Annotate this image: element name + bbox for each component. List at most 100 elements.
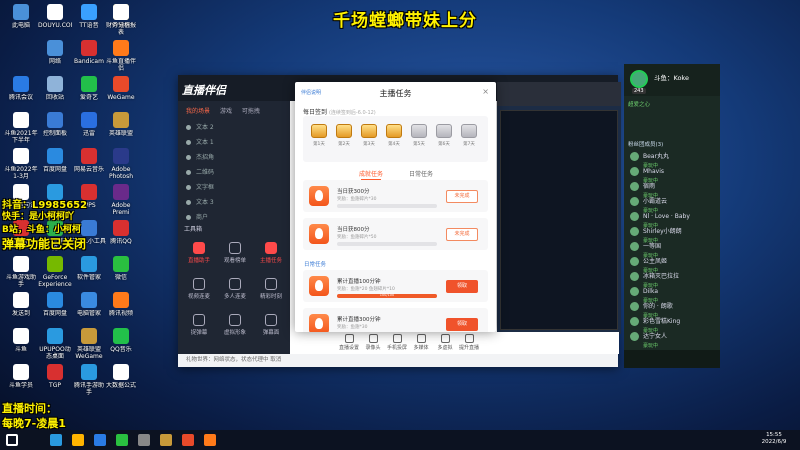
desktop-icon[interactable]: 斗鱼学员 bbox=[4, 364, 38, 396]
desktop-icon[interactable]: 电脑管家 bbox=[72, 292, 106, 324]
desktop-icon[interactable]: TGP bbox=[38, 364, 72, 396]
desktop-icon[interactable]: Bandicam bbox=[72, 40, 106, 72]
scene-item[interactable]: 二维码 bbox=[182, 167, 282, 179]
taskbar-app-icon[interactable] bbox=[72, 434, 84, 446]
chat-user[interactable]: 达宁女人 豪玩中 bbox=[630, 330, 720, 349]
desktop-icon[interactable]: 财务分析报表 bbox=[104, 4, 138, 36]
desktop-icon[interactable]: 网络 bbox=[38, 40, 72, 72]
tab-daily[interactable]: 日常任务 bbox=[409, 169, 433, 178]
desktop-icon[interactable]: 斗鱼2022年1-3月 bbox=[4, 148, 38, 180]
desktop-icon[interactable]: 百度网盘 bbox=[38, 148, 72, 180]
signin-chest[interactable]: 第4天 bbox=[384, 124, 404, 147]
desktop-icon[interactable]: 腾讯QQ bbox=[104, 220, 138, 252]
desktop-icon[interactable]: GeForce Experience bbox=[38, 256, 72, 288]
scene-item[interactable]: 文本 3 bbox=[182, 197, 282, 209]
desktop-icon[interactable]: 爱奇艺 bbox=[72, 76, 106, 108]
close-icon[interactable]: × bbox=[482, 87, 489, 96]
signin-chest[interactable]: 第7天 bbox=[459, 124, 479, 147]
chat-user[interactable]: Nl · Love · Baby 豪玩中 bbox=[630, 210, 720, 229]
taskbar-app-icon[interactable] bbox=[50, 434, 62, 446]
desktop-icon[interactable]: TT语音 bbox=[72, 4, 106, 36]
eye-icon[interactable] bbox=[186, 215, 191, 220]
scene-item[interactable]: 文字框 bbox=[182, 182, 282, 194]
desktop-icon[interactable]: Adobe Premi bbox=[104, 184, 138, 216]
task-action-button[interactable]: 未完成 bbox=[446, 228, 478, 241]
desktop-icon[interactable]: DOUYU.COM bbox=[38, 4, 72, 36]
chat-user[interactable]: 一等国 豪玩中 bbox=[630, 240, 720, 259]
desktop-icon[interactable]: 斗鱼直播伴侣 bbox=[104, 40, 138, 72]
tool-button[interactable]: 精彩时刻 bbox=[254, 278, 288, 300]
chat-user[interactable]: 公主凤姬 豪玩中 bbox=[630, 255, 720, 274]
desktop-icon[interactable]: QQ音乐 bbox=[104, 328, 138, 360]
signin-chest[interactable]: 第1天 bbox=[309, 124, 329, 147]
desktop-icon[interactable]: 此电脑 bbox=[4, 4, 38, 36]
chat-input-bar[interactable] bbox=[624, 350, 720, 368]
taskbar-app-icon[interactable] bbox=[116, 434, 128, 446]
scene-item[interactable]: 商户 bbox=[182, 212, 282, 224]
bottom-tool-button[interactable]: 多媒体 bbox=[410, 334, 432, 351]
desktop-icon[interactable]: Adobe Photosh bbox=[104, 148, 138, 180]
taskbar-app-icon[interactable] bbox=[182, 434, 194, 446]
signin-chest[interactable]: 第6天 bbox=[434, 124, 454, 147]
taskbar-app-icon[interactable] bbox=[160, 434, 172, 446]
taskbar-app-icon[interactable] bbox=[94, 434, 106, 446]
desktop-icon[interactable]: 网易云音乐 bbox=[72, 148, 106, 180]
tab-game[interactable]: 游戏 bbox=[220, 108, 232, 115]
bottom-tool-button[interactable]: 多虚拟 bbox=[434, 334, 456, 351]
desktop-icon[interactable]: 控制面板 bbox=[38, 112, 72, 144]
eye-icon[interactable] bbox=[186, 170, 191, 175]
task-action-button[interactable]: 领取 bbox=[446, 318, 478, 331]
task-action-button[interactable]: 领取 bbox=[446, 280, 478, 293]
desktop-icon[interactable]: 大数据公式 bbox=[104, 364, 138, 396]
eye-icon[interactable] bbox=[186, 140, 191, 145]
desktop-icon[interactable]: 发送到 bbox=[4, 292, 38, 324]
desktop-icon[interactable]: 斗鱼2021年下半年 bbox=[4, 112, 38, 144]
desktop-icon[interactable]: 迅雷 bbox=[72, 112, 106, 144]
tool-button[interactable]: 多人连麦 bbox=[218, 278, 252, 300]
signin-chest[interactable]: 第2天 bbox=[334, 124, 354, 147]
bottom-tool-button[interactable]: 手机投屏 bbox=[386, 334, 408, 351]
scene-item[interactable]: 文本 1 bbox=[182, 137, 282, 149]
eye-icon[interactable] bbox=[186, 200, 191, 205]
tab-achievement[interactable]: 成就任务 bbox=[359, 169, 383, 180]
chat-user[interactable]: 小霸道云 豪玩中 bbox=[630, 195, 720, 214]
signin-chest[interactable]: 第5天 bbox=[409, 124, 429, 147]
desktop-icon[interactable]: 腾讯手游助手 bbox=[72, 364, 106, 396]
tool-button[interactable]: 捉弹幕 bbox=[182, 314, 216, 336]
desktop-icon[interactable]: 英雄联盟WeGame bbox=[72, 328, 106, 360]
taskbar-app-icon[interactable] bbox=[204, 434, 216, 446]
scene-item[interactable]: 文本 2 bbox=[182, 122, 282, 134]
desktop-icon[interactable]: 百度网盘 bbox=[38, 292, 72, 324]
chat-user[interactable]: 宿雨 豪玩中 bbox=[630, 180, 720, 199]
bottom-tool-button[interactable]: 直播设置 bbox=[338, 334, 360, 351]
eye-icon[interactable] bbox=[186, 125, 191, 130]
task-action-button[interactable]: 未完成 bbox=[446, 190, 478, 203]
desktop-icon[interactable]: 斗鱼游戏助手 bbox=[4, 256, 38, 288]
tool-button[interactable]: 虚拟形象 bbox=[218, 314, 252, 336]
signin-chest[interactable]: 第3天 bbox=[359, 124, 379, 147]
chat-user[interactable]: Dilka 豪玩中 bbox=[630, 285, 720, 304]
scene-item[interactable]: 杰招角 bbox=[182, 152, 282, 164]
desktop-icon[interactable]: WeGame bbox=[104, 76, 138, 108]
start-icon[interactable] bbox=[6, 434, 18, 446]
desktop-icon[interactable]: 腾讯会议 bbox=[4, 76, 38, 108]
chat-user[interactable]: Mhavis 豪玩中 bbox=[630, 165, 720, 184]
eye-icon[interactable] bbox=[186, 185, 191, 190]
tab-my-scene[interactable]: 我的场景 bbox=[186, 108, 210, 115]
search-icon[interactable] bbox=[28, 434, 40, 446]
desktop-icon[interactable]: 回收站 bbox=[38, 76, 72, 108]
chat-user[interactable]: 冰箱灭巴拉拉 豪玩中 bbox=[630, 270, 720, 289]
desktop-icon[interactable]: 腾讯视频 bbox=[104, 292, 138, 324]
chat-user[interactable]: Bear丸丸 豪玩中 bbox=[630, 150, 720, 169]
bottom-tool-button[interactable]: 录像头 bbox=[362, 334, 384, 351]
chat-user[interactable]: 彩色雪糕King 豪玩中 bbox=[630, 315, 720, 334]
tab-draggable[interactable]: 可拖拽 bbox=[242, 108, 260, 115]
desktop-icon[interactable]: 软件管家 bbox=[72, 256, 106, 288]
tool-button[interactable]: 主播任务 bbox=[254, 242, 288, 264]
desktop-icon[interactable]: UPUPOO动态桌面 bbox=[38, 328, 72, 360]
desktop-icon[interactable]: 斗鱼 bbox=[4, 328, 38, 360]
desktop-icon[interactable]: 英雄联盟 bbox=[104, 112, 138, 144]
taskbar-app-icon[interactable] bbox=[138, 434, 150, 446]
bottom-tool-button[interactable]: 提升直播 bbox=[458, 334, 480, 351]
tool-button[interactable]: 视频连麦 bbox=[182, 278, 216, 300]
